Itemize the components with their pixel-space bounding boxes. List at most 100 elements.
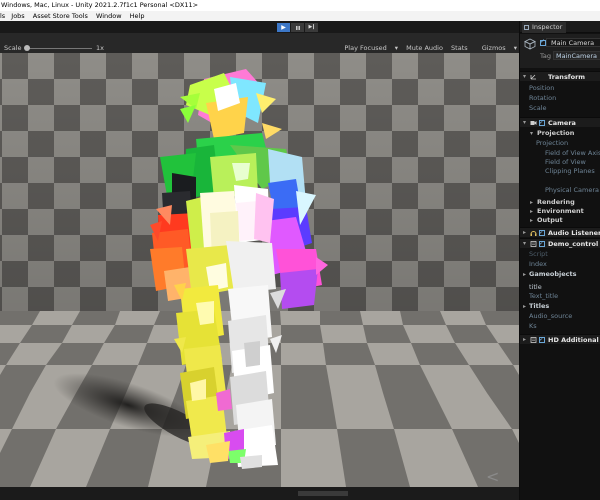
menu-item-tools[interactable]: ls <box>0 11 5 21</box>
menu-bar: ls Jobs Asset Store Tools Window Help <box>0 11 600 21</box>
fov-axis-label: Field of View Axis <box>545 149 600 157</box>
audio-source-label: Audio_source <box>529 312 573 320</box>
tag-dropdown[interactable]: MainCamera <box>553 51 600 60</box>
transform-label: Transform <box>548 73 586 81</box>
menu-item-help[interactable]: Help <box>130 11 145 21</box>
output-foldout[interactable]: ▸ Output <box>520 216 600 225</box>
gizmos-label: Gizmos <box>481 44 506 52</box>
gameobjects-label: Gameobjects <box>529 270 577 278</box>
dropdown-arrow-icon: ▾ <box>394 44 399 52</box>
inspector-tab-bar: Inspector <box>520 21 600 33</box>
clipping-planes-label: Clipping Planes <box>545 167 595 175</box>
hd-additional-checkbox[interactable] <box>539 335 545 344</box>
mute-audio-toggle[interactable]: Mute Audio <box>406 44 443 52</box>
scale-slider-handle[interactable] <box>24 45 30 51</box>
hd-additional-component-header[interactable]: ▸ HD Additional Came <box>520 334 600 344</box>
caret-down-icon: ▾ <box>530 130 534 137</box>
projection-header-label: Projection <box>537 129 575 137</box>
titles-label: Titles <box>529 302 550 310</box>
scale-prop-label: Scale <box>529 104 547 112</box>
titles-foldout[interactable]: ▸ Titles <box>520 302 600 311</box>
gameobject-cube-icon <box>524 38 536 50</box>
scale-slider-track[interactable] <box>26 48 92 49</box>
audio-listener-component-header[interactable]: ▸ Audio Listener <box>520 227 600 237</box>
caret-down-icon: ▾ <box>523 119 527 126</box>
projection-foldout[interactable]: ▾ Projection <box>520 129 600 138</box>
scene-render <box>0 53 519 487</box>
caret-right-icon: ▸ <box>523 336 527 343</box>
tab-inspector-label: Inspector <box>532 23 563 31</box>
stats-toggle[interactable]: Stats <box>451 44 468 52</box>
rotation-label: Rotation <box>529 94 557 102</box>
caret-right-icon: ▸ <box>523 271 527 278</box>
object-name-field[interactable]: Main Camera <box>546 38 600 47</box>
gameobjects-foldout[interactable]: ▸ Gameobjects <box>520 270 600 279</box>
caret-down-icon: ▾ <box>523 240 527 247</box>
inspector-panel: Inspector Main Camera Tag MainCamera ▾ T… <box>519 21 600 500</box>
script-icon <box>530 337 537 343</box>
rendering-foldout[interactable]: ▸ Rendering <box>520 198 600 207</box>
headphones-icon <box>530 231 537 236</box>
play-icon: ▶ <box>281 24 286 31</box>
caret-right-icon: ▸ <box>530 217 534 224</box>
fov-label: Field of View <box>545 158 586 166</box>
dropdown-arrow-icon: ▾ <box>513 44 517 52</box>
demo-control-label: Demo_control (Scri <box>548 240 600 248</box>
scale-value: 1x <box>96 44 104 52</box>
text-title-label: Text_title <box>529 292 559 300</box>
scene-nav-arrows-icon[interactable]: < > <box>486 469 519 488</box>
scale-label: Scale <box>4 44 22 52</box>
index-label: Index <box>529 260 547 268</box>
play-focused-label: Play Focused <box>344 44 387 52</box>
transform-component-header[interactable]: ▾ Transform <box>520 71 600 81</box>
output-label: Output <box>537 216 563 224</box>
script-label: Script <box>529 250 548 258</box>
camera-label: Camera <box>548 119 576 127</box>
menu-item-window[interactable]: Window <box>96 11 122 21</box>
audio-listener-label: Audio Listener <box>548 229 600 237</box>
physical-camera-label: Physical Camera <box>545 186 600 194</box>
pause-icon: ❚❚ <box>295 25 301 30</box>
demo-control-component-header[interactable]: ▾ Demo_control (Scri <box>520 238 600 248</box>
window-title: Windows, Mac, Linux - Unity 2021.2.7f1c1… <box>0 0 600 11</box>
play-controls: ▶ ❚❚ ▶❙ <box>277 23 318 32</box>
play-focused-dropdown[interactable]: Play Focused ▾ <box>338 44 398 52</box>
camera-component-header[interactable]: ▾ Camera <box>520 117 600 127</box>
play-button[interactable]: ▶ <box>277 23 290 32</box>
camera-enabled-checkbox[interactable] <box>539 118 545 127</box>
audio-listener-checkbox[interactable] <box>539 228 545 237</box>
caret-down-icon: ▾ <box>523 73 527 80</box>
environment-foldout[interactable]: ▸ Environment <box>520 207 600 216</box>
script-icon <box>530 241 537 247</box>
environment-label: Environment <box>537 207 584 215</box>
tag-label: Tag <box>540 52 552 60</box>
projection-label: Projection <box>536 139 569 147</box>
step-button[interactable]: ▶❙ <box>305 23 318 32</box>
ks-label: Ks <box>529 322 537 330</box>
info-icon <box>524 25 529 30</box>
step-icon: ▶❙ <box>308 24 315 30</box>
gizmos-dropdown[interactable]: Gizmos ▾ <box>476 44 517 52</box>
viewport-bottom-bar <box>0 487 519 500</box>
position-label: Position <box>529 84 555 92</box>
caret-right-icon: ▸ <box>523 229 527 236</box>
game-view-toolbar: Scale 1x Play Focused ▾ Mute Audio Stats… <box>0 33 519 53</box>
menu-item-jobs[interactable]: Jobs <box>11 11 24 21</box>
tab-inspector[interactable]: Inspector <box>522 22 567 33</box>
hd-additional-label: HD Additional Came <box>548 336 600 344</box>
demo-control-checkbox[interactable] <box>539 239 545 248</box>
caret-right-icon: ▸ <box>523 303 527 310</box>
object-header: Main Camera Tag MainCamera <box>520 34 600 68</box>
caret-right-icon: ▸ <box>530 199 534 206</box>
title-label: title <box>529 283 542 291</box>
rendering-label: Rendering <box>537 198 575 206</box>
main-toolbar: ▶ ❚❚ ▶❙ <box>0 21 519 33</box>
caret-right-icon: ▸ <box>530 208 534 215</box>
game-viewport[interactable]: < > <box>0 53 519 487</box>
camera-icon <box>530 121 537 125</box>
pause-button[interactable]: ❚❚ <box>291 23 304 32</box>
game-view-options: Play Focused ▾ Mute Audio Stats Gizmos ▾ <box>332 44 517 52</box>
menu-item-asset-store-tools[interactable]: Asset Store Tools <box>33 11 88 21</box>
horizontal-scrollbar[interactable] <box>298 491 348 496</box>
transform-icon <box>530 74 536 80</box>
